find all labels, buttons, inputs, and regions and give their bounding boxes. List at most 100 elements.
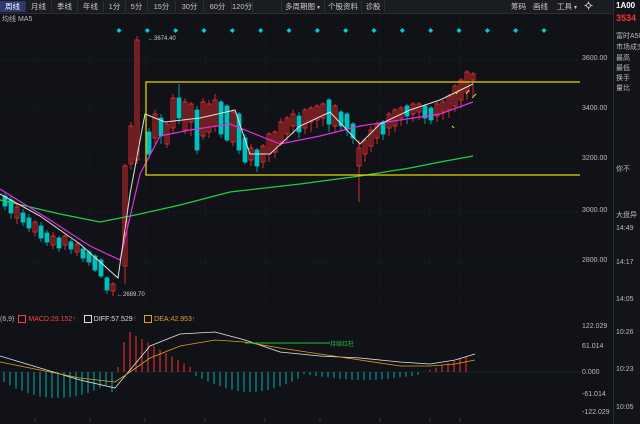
macd-tick-label: 61.014	[582, 343, 604, 350]
volume-ratio-label: 量比	[616, 85, 630, 92]
candle-body	[80, 248, 86, 259]
period-weekly-tab[interactable]: 周线	[0, 1, 26, 12]
quote-side-panel: 1A00 3534 富时A50 市场成交 最高 最低 换手 量比 你不 大盘异 …	[613, 0, 640, 424]
period-120min-tab[interactable]: 120分	[232, 1, 253, 12]
price-tick-label: 3600.00	[582, 55, 608, 62]
chips-button[interactable]: 筹码	[511, 1, 526, 12]
multi-period-label: 多周期图	[285, 2, 316, 11]
ma10-line	[0, 101, 474, 261]
wind-text: 你不	[616, 166, 630, 173]
diff-color-box	[83, 315, 92, 323]
period-monthly-tab[interactable]: 月线	[26, 1, 52, 12]
chevron-down-icon: ▼	[573, 5, 578, 11]
signal-marker	[513, 28, 519, 33]
signal-marker	[173, 28, 179, 33]
candle-body	[44, 232, 50, 243]
alert-time: 10:05	[616, 404, 634, 411]
signal-marker	[314, 28, 320, 33]
macd-tick-label: 122.029	[582, 323, 608, 330]
candle-body	[26, 217, 32, 229]
signal-marker	[286, 28, 292, 33]
alert-time: 14:17	[616, 259, 634, 266]
period-5min-tab[interactable]: 5分	[126, 1, 148, 12]
low-label: 最低	[616, 65, 630, 72]
signal-marker	[456, 28, 462, 33]
period-toolbar: 周线 月线 季线 年线 1分 5分 15分 30分 60分 120分 多周期图▼…	[0, 0, 640, 14]
period-30min-tab[interactable]: 30分	[176, 1, 204, 12]
alert-time: 10:23	[616, 366, 634, 373]
gear-icon[interactable]	[584, 1, 593, 12]
price-tick-label: 3200.00	[582, 155, 608, 162]
alert-time: 14:49	[616, 225, 634, 232]
main-kline-chart: ←3674.40 ←2689.70	[0, 14, 580, 310]
period-quarterly-tab[interactable]: 季线	[52, 1, 78, 12]
signal-marker	[201, 28, 207, 33]
up-arrow-icon: ↑	[191, 315, 196, 323]
diff-value: DIFF:57.529	[93, 315, 133, 323]
index-code: 1A00	[616, 1, 636, 10]
high-label: 最高	[616, 55, 630, 62]
macd-chart: 持续红柱	[0, 331, 580, 398]
period-60min-tab[interactable]: 60分	[204, 1, 232, 12]
signal-marker	[371, 28, 377, 33]
candle-body	[254, 149, 260, 167]
macd-value: MACD:29.152	[28, 315, 73, 323]
candle-body	[104, 277, 110, 291]
stock-diagnose-button[interactable]: 诊股	[362, 1, 385, 12]
hand-drawn-marks	[451, 89, 477, 129]
up-arrow-icon: ↑	[132, 315, 137, 323]
turnover-label: 换手	[616, 75, 630, 82]
macd-tick-label: 0.000	[582, 369, 600, 376]
macd-tick-label: -61.014	[582, 391, 606, 398]
period-yearly-tab[interactable]: 年线	[78, 1, 104, 12]
chevron-down-icon: ▼	[316, 5, 321, 11]
signal-marker	[484, 28, 490, 33]
candle-body	[194, 109, 200, 151]
market-alert-title: 大盘异	[616, 212, 637, 219]
dea-value: DEA:42.953	[154, 315, 192, 323]
candle-body	[236, 113, 242, 151]
price-axis: 3600.00 3400.00 3200.00 3000.00 2800.00	[580, 14, 613, 310]
macd-color-box	[18, 315, 27, 323]
candle-body	[296, 115, 302, 133]
candle-body	[20, 212, 26, 223]
up-arrow-icon: ↑	[72, 315, 76, 323]
candle-body	[218, 101, 224, 135]
high-price-annotation: ←3674.40	[148, 36, 176, 42]
period-15min-tab[interactable]: 15分	[148, 1, 176, 12]
candle-body	[38, 225, 44, 239]
candle-body	[56, 237, 62, 249]
market-volume-label: 市场成交	[616, 44, 640, 51]
macd-tick-label: -122.029	[582, 409, 610, 416]
period-1min-tab[interactable]: 1分	[104, 1, 126, 12]
price-tick-label: 2800.00	[582, 257, 608, 264]
candle-body	[242, 137, 248, 163]
price-tick-label: 3000.00	[582, 207, 608, 214]
signal-marker	[229, 28, 235, 33]
signal-marker	[116, 28, 122, 33]
alert-time: 14:05	[616, 296, 634, 303]
macd-axis: 122.029 61.014 0.000 -61.014 -122.029	[580, 323, 613, 418]
draw-line-button[interactable]: 画线	[533, 1, 548, 12]
signal-label: 持续红柱	[330, 340, 354, 348]
stock-profile-button[interactable]: 个股资料	[325, 1, 362, 12]
signal-marker	[144, 28, 150, 33]
candle-body	[68, 241, 74, 250]
candle-body	[176, 97, 182, 119]
candle-body	[428, 107, 434, 121]
signal-marker	[258, 28, 264, 33]
tools-dropdown[interactable]: 工具▼	[557, 1, 578, 12]
signal-marker	[541, 28, 547, 33]
ftse-a50-label[interactable]: 富时A50	[616, 31, 640, 41]
time-axis	[34, 418, 461, 422]
signal-marker	[428, 28, 434, 33]
dea-color-box	[144, 315, 153, 323]
signal-marker	[399, 28, 405, 33]
signal-marker	[343, 28, 349, 33]
macd-params: (6,9)	[0, 315, 15, 323]
tools-label: 工具	[557, 2, 572, 11]
candle-body	[344, 113, 350, 129]
alert-time: 10:26	[616, 329, 634, 336]
low-price-annotation: ←2689.70	[117, 292, 145, 298]
multi-period-dropdown[interactable]: 多周期图▼	[282, 1, 325, 12]
